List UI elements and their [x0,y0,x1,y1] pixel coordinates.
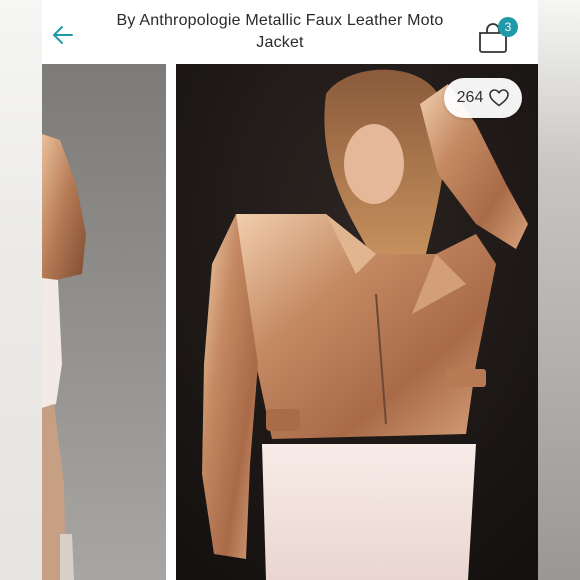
back-button[interactable] [50,22,76,48]
shopping-bag-button[interactable]: 3 [476,17,520,54]
previous-product-photo[interactable] [42,64,166,580]
app-screen: By Anthropologie Metallic Faux Leather M… [42,0,538,580]
right-backdrop [538,0,580,580]
top-bar: By Anthropologie Metallic Faux Leather M… [42,0,538,64]
heart-outline-icon [489,89,510,107]
arrow-left-icon [53,26,73,44]
page-title: By Anthropologie Metallic Faux Leather M… [116,12,444,51]
left-backdrop [0,0,42,580]
main-product-photo[interactable]: 264 [176,64,538,580]
like-button[interactable]: 264 [444,78,522,118]
like-count: 264 [456,89,484,106]
jacket-photo-image [176,64,538,580]
cart-count-badge: 3 [498,17,518,37]
product-gallery[interactable]: 264 [42,64,538,580]
previous-photo-image [42,64,166,580]
